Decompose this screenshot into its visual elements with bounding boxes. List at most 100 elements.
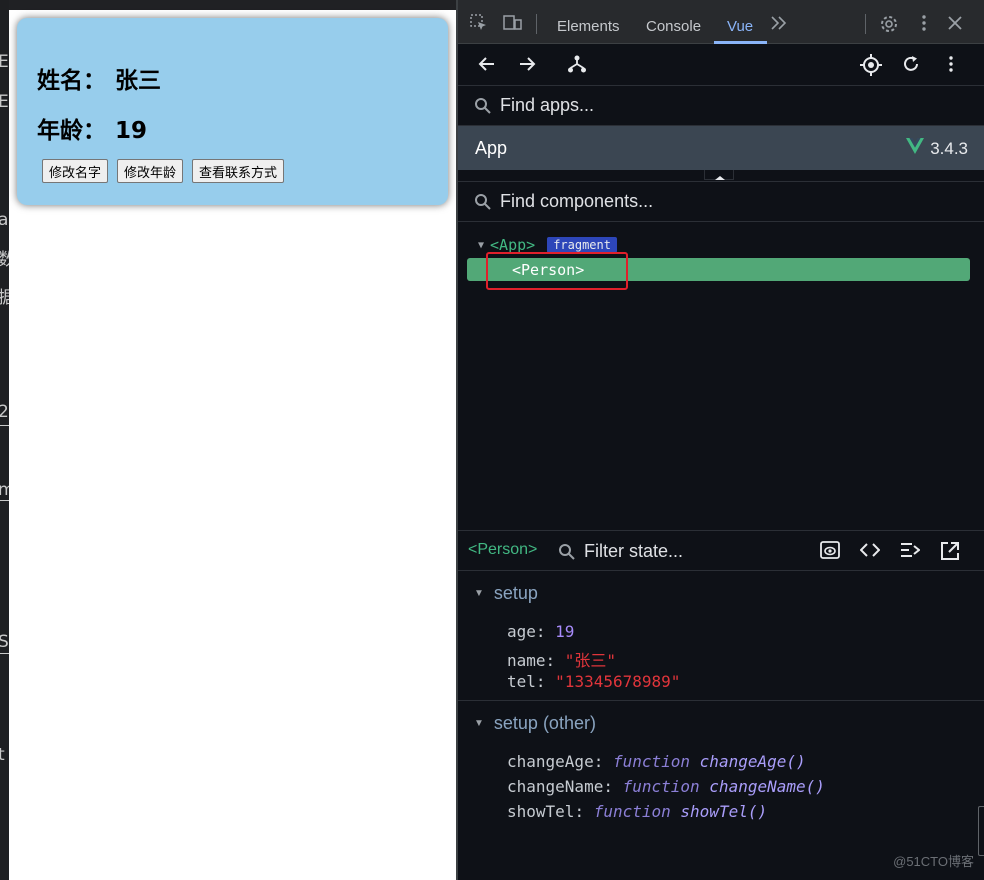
settings-gear-icon[interactable] [879,14,897,32]
name-row: 姓名： 张三 [37,61,161,95]
prop-key: age [507,622,536,641]
show-tel-button[interactable]: 查看联系方式 [192,159,285,183]
vue-more-options-icon[interactable] [942,55,960,73]
device-toolbar-icon[interactable] [503,14,522,32]
find-apps-input[interactable]: Find apps... [500,95,594,116]
change-name-button[interactable]: 修改名字 [42,159,109,183]
state-inspector-bar: <Person> Filter state... [458,530,984,571]
prop-key: showTel [507,802,575,821]
prop-value: changeName() [709,777,825,796]
section-setup-other[interactable]: ▼ setup (other) [474,713,596,734]
devtools-panel: Elements Console Vue Find apps... App 3.… [458,0,984,880]
browser-page: 姓名： 张三 年龄： 19 修改名字 修改年龄 查看联系方式 [9,10,456,880]
code-icon[interactable] [860,541,880,559]
section-setup-other-title: setup (other) [493,713,596,733]
tabbar-separator [536,14,537,34]
select-component-target-icon[interactable] [860,54,882,76]
back-arrow-icon[interactable] [478,55,496,73]
fragment-badge: fragment [547,237,617,253]
prop-key: changeName [507,777,604,796]
state-prop-changeAge[interactable]: changeAge: function changeAge() [507,752,806,771]
card-buttons: 修改名字 修改年龄 查看联系方式 [42,159,285,183]
devtools-tabbar: Elements Console Vue [458,0,984,44]
editor-glyph: E [0,92,9,112]
refresh-icon[interactable] [902,55,920,73]
person-card: 姓名： 张三 年龄： 19 修改名字 修改年龄 查看联系方式 [17,18,448,205]
editor-glyph: 2 [0,402,9,422]
split-pane-handle[interactable] [704,170,734,180]
tab-console[interactable]: Console [646,18,701,35]
editor-underline [0,500,9,501]
prop-kind: function [593,802,671,821]
app-name: App [475,138,508,158]
forward-arrow-icon[interactable] [518,55,536,73]
prop-kind: function [622,777,700,796]
close-devtools-icon[interactable] [946,14,964,32]
state-prop-name[interactable]: name: "张三" [507,647,616,671]
prop-key: tel [507,672,536,691]
change-age-button[interactable]: 修改年龄 [117,159,184,183]
app-selector[interactable]: App 3.4.3 [458,126,984,170]
name-value: 张三 [115,68,161,94]
prop-key: changeAge [507,752,594,771]
prop-value[interactable]: "张三" [565,651,616,670]
search-icon [558,543,576,566]
editor-strip: E E a 数 据 2 m S t [0,0,9,880]
tab-elements[interactable]: Elements [557,18,620,35]
age-value: 19 [115,118,148,144]
editor-underline [0,425,9,426]
open-in-editor-icon[interactable] [940,541,960,561]
find-components-input[interactable]: Find components... [500,191,653,212]
vue-logo-icon [906,138,925,159]
section-setup[interactable]: ▼ setup [474,583,538,604]
editor-glyph: t [0,745,5,765]
screen: E E a 数 据 2 m S t 姓名： 张三 年龄： 19 修改名字 修改年龄 … [0,0,984,880]
prop-kind: function [612,752,691,771]
component-tree-icon[interactable] [567,54,587,74]
show-in-console-icon[interactable] [900,542,920,558]
section-setup-title: setup [493,583,538,603]
section-divider [458,700,984,701]
inspect-element-icon[interactable] [470,14,488,32]
prop-key: name [507,651,546,670]
collapse-caret-icon[interactable]: ▼ [474,588,484,599]
prop-value: showTel() [680,802,768,821]
find-apps-bar[interactable]: Find apps... [458,86,984,126]
component-tree: ▼ <App> fragment <Person> [458,222,984,530]
more-tabs-icon[interactable] [770,15,788,33]
editor-glyph: S [0,632,9,652]
search-icon [474,97,492,120]
collapse-caret-icon[interactable]: ▼ [474,718,484,729]
state-prop-changeName[interactable]: changeName: function changeName() [507,777,825,796]
state-prop-age[interactable]: age: 19 [507,622,574,641]
annotation-red-box [486,252,628,290]
expand-caret-icon[interactable]: ▼ [478,240,484,251]
vue-version: 3.4.3 [906,138,968,159]
tabbar-separator [865,14,866,34]
scroll-to-component-icon[interactable] [820,541,840,559]
editor-glyph: 据 [0,288,9,308]
age-label: 年龄： [37,118,106,144]
editor-glyph: a [0,210,9,230]
find-components-bar[interactable]: Find components... [458,181,984,222]
filter-state-input[interactable]: Filter state... [584,541,683,562]
watermark: @51CTO博客 [893,854,974,869]
editor-glyph: 数 [0,250,9,270]
scrollbar-stub[interactable] [978,806,984,856]
more-options-icon[interactable] [915,14,933,32]
prop-value[interactable]: "13345678989" [555,672,680,691]
inspected-component-name: <Person> [468,541,538,558]
search-icon [474,193,492,216]
state-prop-showTel[interactable]: showTel: function showTel() [507,802,767,821]
prop-value: changeAge() [699,752,806,771]
age-row: 年龄： 19 [37,111,147,145]
editor-glyph: m [0,480,9,500]
prop-value[interactable]: 19 [555,622,574,641]
editor-underline [0,653,9,654]
tab-vue[interactable]: Vue [727,18,753,35]
name-label: 姓名： [37,68,106,94]
state-prop-tel[interactable]: tel: "13345678989" [507,672,680,691]
editor-glyph: E [0,52,9,72]
vue-version-text: 3.4.3 [930,138,968,158]
vue-toolbar [458,44,984,86]
